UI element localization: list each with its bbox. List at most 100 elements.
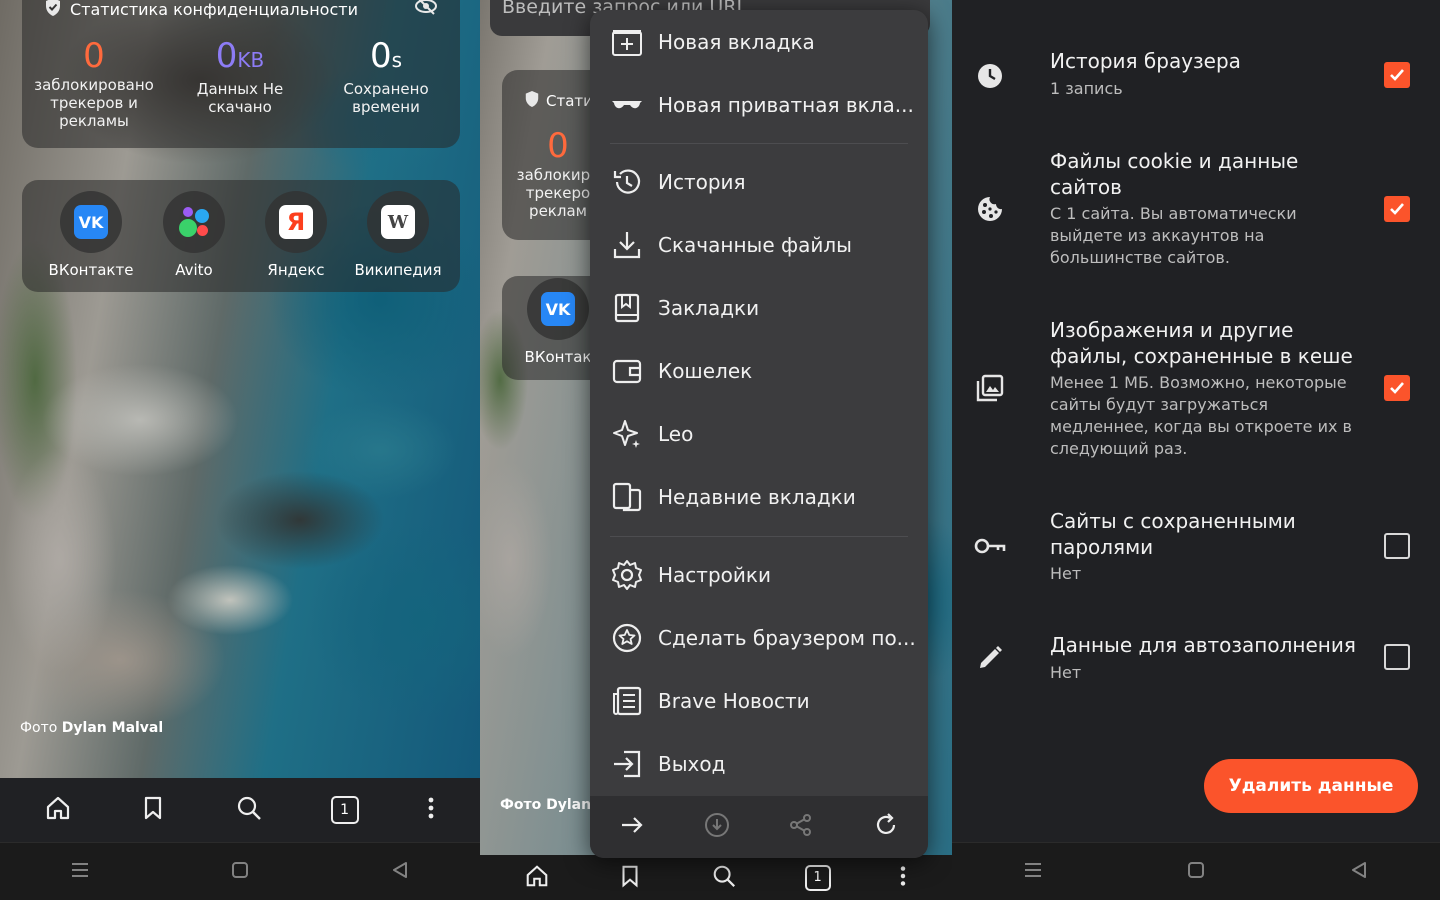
menu-item-settings[interactable]: Настройки <box>590 545 928 605</box>
photo-credit[interactable]: Фото Dylan Malval <box>20 720 163 736</box>
more-menu-icon[interactable] <box>898 863 908 893</box>
privacy-stats-header: Статистика конфиденциальности <box>44 0 358 21</box>
menu-divider <box>610 143 908 144</box>
bookmark-icon[interactable] <box>139 794 167 826</box>
more-menu-icon[interactable] <box>426 794 436 826</box>
autofill-checkbox[interactable] <box>1384 644 1410 670</box>
shield-check-icon <box>44 0 62 21</box>
home-icon[interactable] <box>524 863 550 893</box>
overflow-menu: Новая вкладка Новая приватная вкла... Ис… <box>590 10 928 858</box>
new-tab-page: Статистика конфиденциальности 0 заблокир… <box>0 0 480 900</box>
search-icon[interactable] <box>711 863 737 893</box>
wallet-icon <box>610 354 644 388</box>
top-site-wikipedia[interactable]: W Википедия <box>348 191 448 279</box>
reload-icon[interactable] <box>873 812 899 842</box>
cache-checkbox[interactable] <box>1384 375 1410 401</box>
stat-label: заблокировано трекеров и рекламы <box>34 76 154 130</box>
pencil-icon <box>974 642 1006 674</box>
stat-value: 0 <box>83 36 105 76</box>
bottom-toolbar: 1 <box>480 855 952 900</box>
row-title: Изображения и другие файлы, сохраненные … <box>1050 318 1353 368</box>
stat-label: Данных Не скачано <box>196 80 284 116</box>
menu-quick-actions <box>590 796 928 858</box>
menu-item-new-tab[interactable]: Новая вкладка <box>590 12 928 72</box>
cookie-icon <box>974 193 1006 225</box>
menu-item-recent-tabs[interactable]: Недавние вкладки <box>590 467 928 527</box>
row-subtitle: С 1 сайта. Вы автоматически выйдете из а… <box>1050 204 1297 267</box>
row-title: Данные для автозаполнения <box>1050 633 1356 657</box>
menu-divider <box>610 536 908 537</box>
menu-item-downloads[interactable]: Скачанные файлы <box>590 215 928 275</box>
yandex-logo: Я <box>279 205 313 239</box>
menu-item-bookmarks[interactable]: Закладки <box>590 278 928 338</box>
bottom-toolbar: 1 <box>0 778 480 842</box>
top-site-label: Avito <box>175 261 213 279</box>
passwords-checkbox[interactable] <box>1384 533 1410 559</box>
clock-icon <box>974 60 1006 92</box>
row-title: История браузера <box>1050 49 1241 73</box>
back-icon[interactable] <box>1348 859 1370 885</box>
top-site-vk[interactable]: VK ВКонтакте <box>41 191 141 279</box>
stat-value: 0 <box>369 36 392 76</box>
tabs-button[interactable]: 1 <box>804 864 831 891</box>
private-glasses-icon <box>610 88 644 122</box>
stat-time-saved: 0s Сохранено времени <box>326 36 446 116</box>
history-checkbox[interactable] <box>1384 62 1410 88</box>
system-nav-bar <box>0 842 480 900</box>
leo-sparkle-icon <box>610 417 644 451</box>
forward-arrow-icon[interactable] <box>619 812 645 842</box>
image-cache-icon <box>974 372 1006 404</box>
delete-data-button[interactable]: Удалить данные <box>1204 759 1418 813</box>
new-tab-icon <box>610 25 644 59</box>
cookies-checkbox[interactable] <box>1384 196 1410 222</box>
row-subtitle: Нет <box>1050 564 1082 583</box>
vk-logo: VK <box>541 292 575 326</box>
browser-menu-screen: Введите запрос или URL Стати 0 заблокиро… <box>480 0 952 900</box>
home-icon[interactable] <box>44 794 72 826</box>
home-system-icon[interactable] <box>1185 859 1207 885</box>
tabs-button[interactable]: 1 <box>330 796 359 824</box>
back-icon[interactable] <box>389 859 411 885</box>
top-site-vk[interactable]: VK ВКонтак <box>518 278 598 366</box>
download-page-icon[interactable] <box>704 812 730 842</box>
stat-value: 0 <box>215 36 238 76</box>
stat-data-saved: 0KB Данных Не скачано <box>176 36 304 116</box>
top-site-label: Википедия <box>354 261 442 279</box>
menu-item-set-default-browser[interactable]: Сделать браузером по... <box>590 608 928 668</box>
recent-apps-icon[interactable] <box>1022 860 1044 884</box>
row-subtitle: 1 запись <box>1050 79 1123 98</box>
top-site-label: ВКонтакте <box>48 261 134 279</box>
menu-item-exit[interactable]: Выход <box>590 734 928 794</box>
menu-item-brave-news[interactable]: Brave Новости <box>590 671 928 731</box>
bookmark-icon[interactable] <box>617 863 643 893</box>
row-subtitle: Нет <box>1050 663 1082 682</box>
download-icon <box>610 228 644 262</box>
row-subtitle: Менее 1 МБ. Возможно, некоторые сайты бу… <box>1050 373 1352 458</box>
share-icon[interactable] <box>788 812 814 842</box>
row-title: Файлы cookie и данные сайтов <box>1050 149 1299 199</box>
avito-logo <box>177 205 211 239</box>
history-icon <box>610 165 644 199</box>
clear-browsing-data-screen: История браузера 1 запись Файлы cookie и… <box>952 0 1440 900</box>
top-site-label: Яндекс <box>267 261 325 279</box>
stat-unit: KB <box>237 48 265 72</box>
menu-item-new-private-tab[interactable]: Новая приватная вкла... <box>590 75 928 135</box>
privacy-stats-title: Статистика конфиденциальности <box>70 0 358 19</box>
wikipedia-logo: W <box>381 205 415 239</box>
menu-item-wallet[interactable]: Кошелек <box>590 341 928 401</box>
hide-stats-icon[interactable] <box>414 0 438 20</box>
key-icon <box>974 530 1006 562</box>
bookmarks-icon <box>610 291 644 325</box>
top-site-yandex[interactable]: Я Яндекс <box>246 191 346 279</box>
exit-icon <box>610 747 644 781</box>
top-site-avito[interactable]: Avito <box>144 191 244 279</box>
menu-item-history[interactable]: История <box>590 152 928 212</box>
stat-trackers-blocked: 0 заблокировано трекеров и рекламы <box>26 36 162 130</box>
news-icon <box>610 684 644 718</box>
menu-item-leo[interactable]: Leo <box>590 404 928 464</box>
recent-apps-icon[interactable] <box>69 860 91 884</box>
stat-label: Сохранено времени <box>343 80 429 116</box>
default-browser-star-icon <box>610 621 644 655</box>
search-icon[interactable] <box>235 794 263 826</box>
home-system-icon[interactable] <box>229 859 251 885</box>
